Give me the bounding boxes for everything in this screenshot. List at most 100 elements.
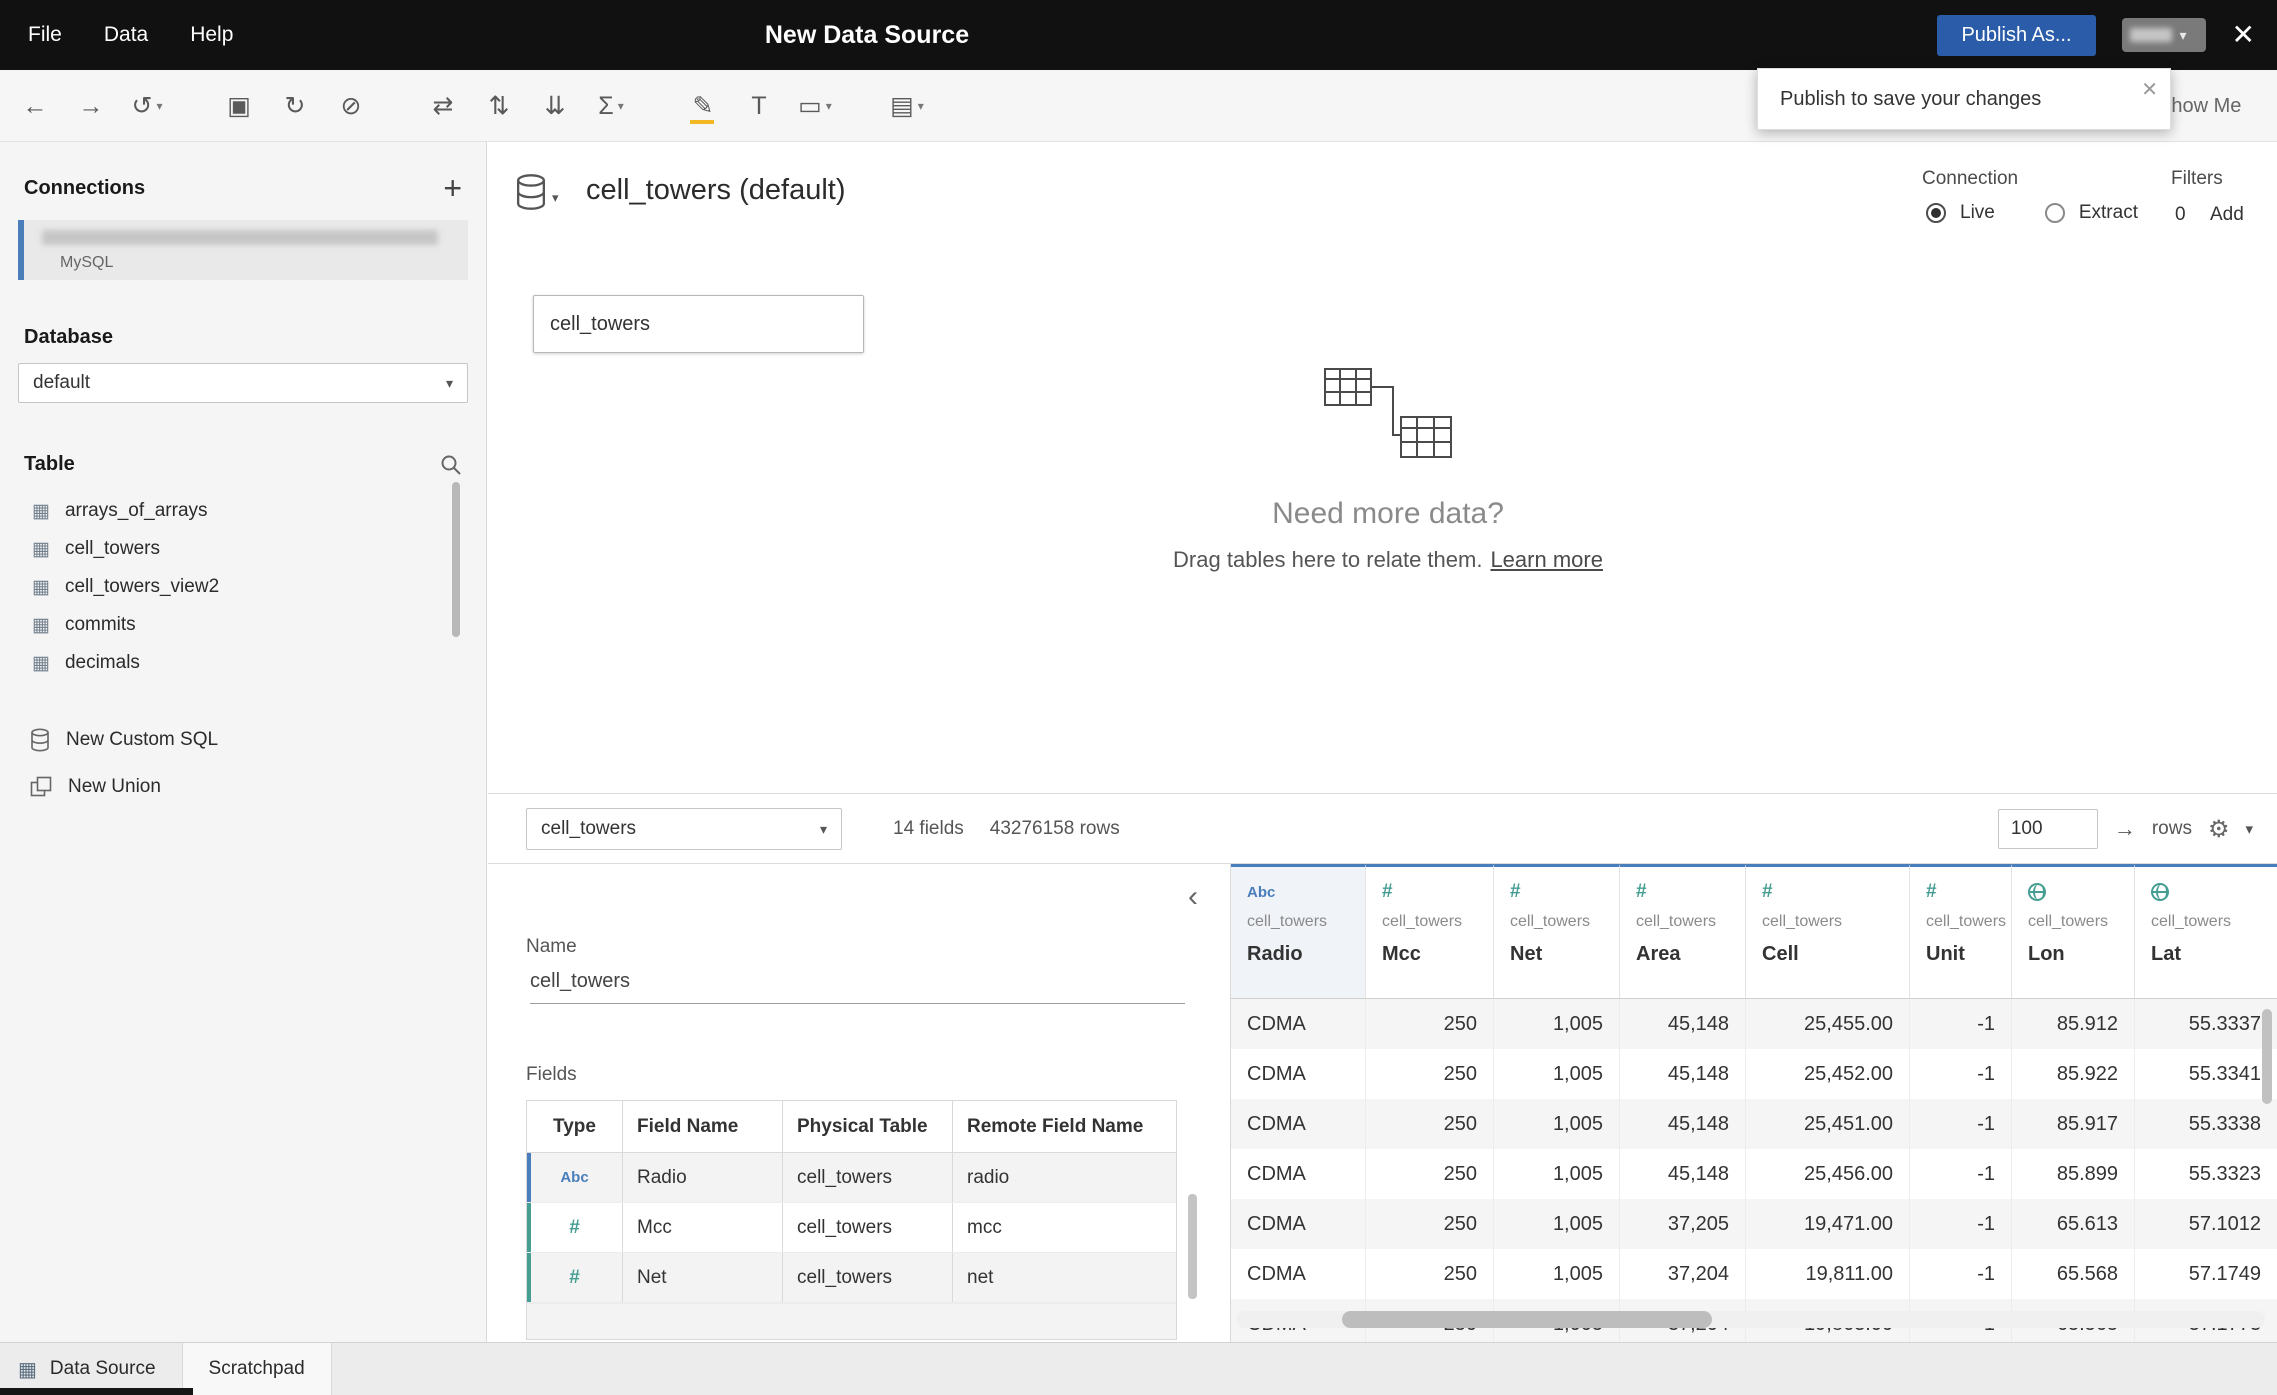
- tab-scratchpad[interactable]: Scratchpad: [182, 1343, 332, 1395]
- sidebar-table-item[interactable]: ▦ decimals: [0, 644, 486, 682]
- swap-rows-columns-button[interactable]: ⇄: [420, 82, 466, 130]
- totals-button[interactable]: Σ ▾: [588, 82, 634, 130]
- grid-column-header-cell[interactable]: # cell_towers Cell: [1746, 864, 1910, 998]
- duplicate-button[interactable]: ▣: [216, 82, 262, 130]
- grid-column-header-net[interactable]: # cell_towers Net: [1494, 864, 1620, 998]
- connection-item[interactable]: MySQL: [18, 220, 468, 280]
- close-tooltip-icon[interactable]: ✕: [2141, 77, 2158, 102]
- table-selector-dropdown[interactable]: cell_towers ▾: [526, 808, 842, 850]
- titlebar: File Data Help New Data Source Publish A…: [0, 0, 2277, 70]
- grid-cell: 57.1012: [2188, 1212, 2261, 1235]
- grid-column-header-mcc[interactable]: # cell_towers Mcc: [1366, 864, 1494, 998]
- grid-column-header-lon[interactable]: cell_towers Lon: [2012, 864, 2135, 998]
- custom-sql-icon: [31, 728, 49, 752]
- grid-row[interactable]: CDMA 250 1,005 45,148 25,451.00 -1 85.917 55.33…: [1231, 1099, 2277, 1149]
- field-name-cell: Mcc: [623, 1203, 783, 1252]
- chevron-down-icon[interactable]: ▾: [2245, 820, 2253, 838]
- column-field-name: Lat: [2151, 943, 2181, 965]
- grid-row[interactable]: CDMA 250 1,005 37,205 19,471.00 -1 65.613 57.10…: [1231, 1199, 2277, 1249]
- grid-vertical-scrollbar[interactable]: [2262, 1009, 2272, 1104]
- window-title: New Data Source: [764, 20, 970, 49]
- datasource-canvas: ▾ cell_towers (default) Connection Live …: [488, 142, 2277, 794]
- learn-more-link[interactable]: Learn more: [1490, 547, 1603, 572]
- table-node-cell-towers[interactable]: cell_towers: [533, 295, 864, 353]
- add-connection-icon[interactable]: +: [443, 172, 462, 204]
- field-name-cell: Radio: [623, 1153, 783, 1202]
- active-tab-indicator: [0, 1388, 193, 1395]
- sidebar-table-item[interactable]: ▦ arrays_of_arrays: [0, 492, 486, 530]
- menu-help[interactable]: Help: [190, 23, 233, 47]
- physical-table-cell: cell_towers: [783, 1253, 953, 1302]
- grid-row[interactable]: CDMA 250 1,005 45,148 25,455.00 -1 85.912 55.33…: [1231, 999, 2277, 1049]
- refresh-button[interactable]: ↻: [272, 82, 318, 130]
- close-icon[interactable]: ✕: [2232, 21, 2255, 49]
- grid-cell: CDMA: [1231, 1199, 1366, 1249]
- gear-icon[interactable]: ⚙: [2208, 815, 2230, 844]
- grid-column-header-area[interactable]: # cell_towers Area: [1620, 864, 1746, 998]
- grid-cell: 19,811.00: [1746, 1249, 1910, 1299]
- grid-cell: 250: [1366, 1049, 1494, 1099]
- connection-name-redacted: [42, 230, 438, 245]
- sidebar-table-item[interactable]: ▦ cell_towers_view2: [0, 568, 486, 606]
- grid-cell: 25,456.00: [1746, 1149, 1910, 1199]
- collapse-panel-icon[interactable]: ‹: [1188, 882, 1198, 912]
- text-label-button[interactable]: T: [736, 82, 782, 130]
- new-custom-sql-button[interactable]: New Custom SQL: [0, 728, 486, 752]
- grid-row[interactable]: CDMA 250 1,005 37,204 19,811.00 -1 65.568 57.17…: [1231, 1249, 2277, 1299]
- field-row-mcc[interactable]: # Mcc cell_towers mcc: [527, 1203, 1176, 1253]
- sidebar-scrollbar[interactable]: [452, 482, 460, 637]
- apply-row-limit-icon[interactable]: →: [2114, 816, 2136, 842]
- grid-cell: 85.922: [2012, 1049, 2135, 1099]
- live-radio[interactable]: [1926, 203, 1946, 223]
- show-chart-button[interactable]: ▤ ▾: [884, 82, 930, 130]
- field-row-net[interactable]: # Net cell_towers net: [527, 1253, 1176, 1303]
- sort-descending-button[interactable]: ⇊: [532, 82, 578, 130]
- grid-cell: 85.917: [2012, 1099, 2135, 1149]
- grid-column-header-lat[interactable]: cell_towers Lat: [2135, 864, 2277, 998]
- geo-type-icon: [2028, 883, 2046, 901]
- search-icon[interactable]: [440, 454, 462, 476]
- grid-column-header-radio[interactable]: Abc cell_towers Radio: [1231, 864, 1366, 998]
- grid-horizontal-scrollbar-thumb[interactable]: [1342, 1311, 1712, 1328]
- menu-file[interactable]: File: [28, 23, 62, 47]
- revert-button[interactable]: ↺ ▾: [124, 82, 170, 130]
- grid-row[interactable]: CDMA 250 1,005 45,148 25,452.00 -1 85.922 55.33…: [1231, 1049, 2277, 1099]
- grid-cell: 85.899: [2012, 1149, 2135, 1199]
- table-node-label: cell_towers: [550, 312, 651, 335]
- fit-button[interactable]: ▭ ▾: [792, 82, 838, 130]
- database-selected-value: default: [33, 372, 91, 393]
- publish-as-button[interactable]: Publish As...: [1937, 14, 2096, 56]
- table-name-input[interactable]: cell_towers: [530, 970, 1185, 1004]
- fields-label: Fields: [526, 1064, 577, 1085]
- sort-ascending-icon: ⇅: [488, 92, 510, 120]
- filters-add-button[interactable]: Add: [2210, 204, 2244, 226]
- account-menu[interactable]: ▾: [2121, 18, 2206, 52]
- undo-button[interactable]: ←: [12, 82, 58, 130]
- grid-cell: 25,455.00: [1746, 999, 1910, 1049]
- caret-down-icon[interactable]: ▾: [552, 190, 559, 206]
- grid-cell: -1: [1910, 1099, 2012, 1149]
- sidebar-table-item[interactable]: ▦ commits: [0, 606, 486, 644]
- column-table-name: cell_towers: [1926, 913, 2007, 930]
- totals-icon: Σ: [598, 91, 614, 120]
- grid-horizontal-scrollbar-track[interactable]: [1236, 1311, 2265, 1328]
- fields-panel-scrollbar[interactable]: [1188, 1194, 1197, 1299]
- extract-radio[interactable]: [2044, 203, 2065, 223]
- menu-data[interactable]: Data: [104, 23, 148, 47]
- row-limit-input[interactable]: 100: [1997, 809, 2098, 849]
- new-custom-sql-label: New Custom SQL: [66, 729, 219, 750]
- field-row-radio[interactable]: Abc Radio cell_towers radio: [527, 1153, 1176, 1203]
- fields-col-physical-table: Physical Table: [783, 1101, 953, 1152]
- grid-row[interactable]: CDMA 250 1,005 45,148 25,456.00 -1 85.899 55.33…: [1231, 1149, 2277, 1199]
- grid-body: CDMA 250 1,005 45,148 25,455.00 -1 85.912 55.33…: [1231, 999, 2277, 1342]
- pause-updates-button[interactable]: ⊘: [328, 82, 374, 130]
- grid-cell: -1: [1910, 1049, 2012, 1099]
- highlight-button[interactable]: ✎: [680, 82, 726, 130]
- caret-down-icon: ▾: [2179, 26, 2187, 43]
- new-union-button[interactable]: New Union: [0, 776, 486, 798]
- grid-column-header-unit[interactable]: # cell_towers Unit: [1910, 864, 2012, 998]
- redo-button[interactable]: →: [68, 82, 114, 130]
- sort-ascending-button[interactable]: ⇅: [476, 82, 522, 130]
- sidebar-table-item[interactable]: ▦ cell_towers: [0, 530, 486, 568]
- database-select[interactable]: default ▾: [18, 363, 468, 403]
